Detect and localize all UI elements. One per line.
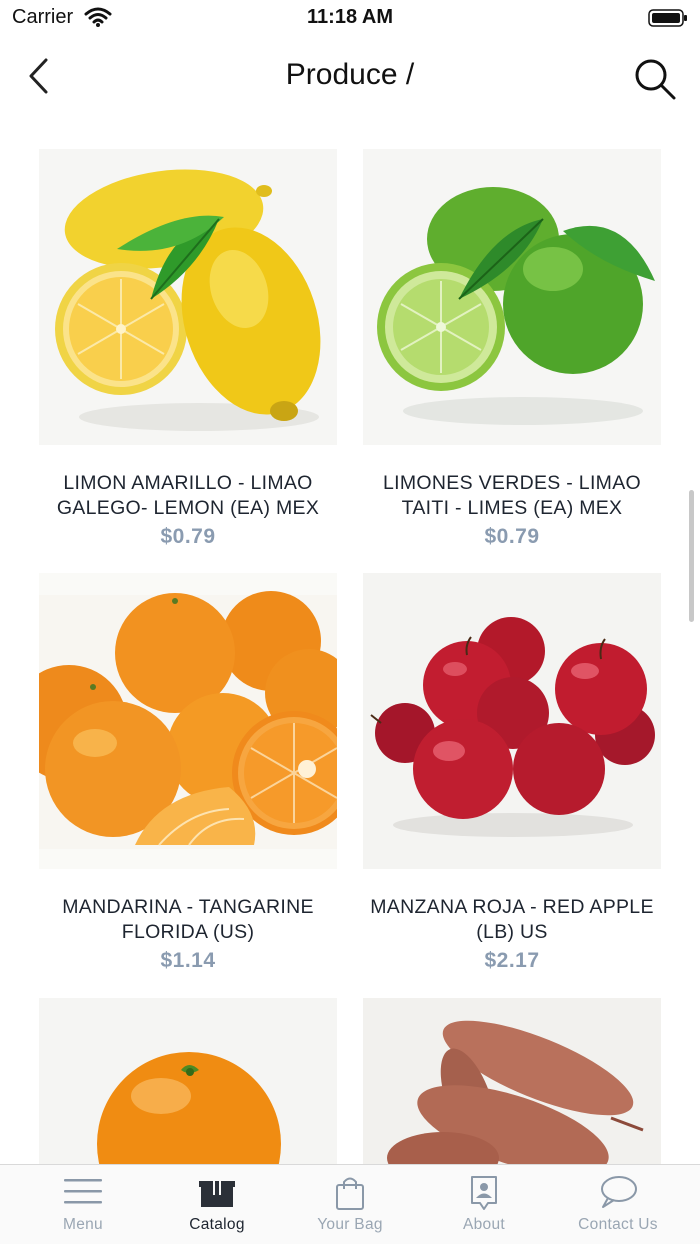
tab-menu[interactable]: Menu <box>16 1165 150 1244</box>
tab-your-bag[interactable]: Your Bag <box>283 1165 417 1244</box>
tab-about-label: About <box>462 1216 505 1233</box>
battery-icon <box>648 9 687 27</box>
product-price: $1.14 <box>160 949 216 972</box>
tab-menu-label: Menu <box>63 1216 103 1233</box>
tab-contact-us-label: Contact Us <box>578 1216 658 1233</box>
scroll-indicator[interactable] <box>689 490 694 622</box>
chat-bubble-icon <box>601 1176 637 1208</box>
tab-bar: Menu Catalog Your Bag About Contact Us <box>0 1164 700 1244</box>
product-card[interactable] <box>39 998 337 1164</box>
product-image-red-apples <box>363 573 661 869</box>
product-name: LIMONES VERDES - LIMAO TAITI - LIMES (EA… <box>383 472 641 519</box>
product-image-sweet-potatoes <box>363 998 661 1164</box>
tab-catalog-label: Catalog <box>189 1216 245 1233</box>
product-image-lemons <box>39 149 337 445</box>
catalog-box-icon <box>199 1181 235 1207</box>
product-price: $0.79 <box>484 525 540 548</box>
tab-contact-us[interactable]: Contact Us <box>551 1165 685 1244</box>
tab-your-bag-label: Your Bag <box>317 1216 383 1233</box>
tab-catalog[interactable]: Catalog <box>150 1165 284 1244</box>
tab-about[interactable]: About <box>417 1165 551 1244</box>
search-icon[interactable] <box>632 56 678 102</box>
product-card[interactable]: MANZANA ROJA - RED APPLE (LB) US $2.17 <box>363 573 661 973</box>
menu-icon <box>64 1179 102 1204</box>
product-name: MANZANA ROJA - RED APPLE (LB) US <box>370 896 654 943</box>
product-card[interactable] <box>363 998 661 1164</box>
product-image-tangerines <box>39 573 337 869</box>
product-image-orange <box>39 998 337 1164</box>
product-grid[interactable]: LIMON AMARILLO - LIMAO GALEGO- LEMON (EA… <box>0 0 700 1164</box>
product-name: MANDARINA - TANGARINE FLORIDA (US) <box>62 896 314 943</box>
clock: 11:18 AM <box>307 6 393 28</box>
product-card[interactable]: MANDARINA - TANGARINE FLORIDA (US) $1.14 <box>39 573 337 973</box>
product-card[interactable]: LIMON AMARILLO - LIMAO GALEGO- LEMON (EA… <box>39 149 337 549</box>
shopping-bag-icon <box>336 1177 364 1210</box>
product-image-limes <box>363 149 661 445</box>
page-title: Produce / <box>285 58 415 91</box>
product-price: $0.79 <box>160 525 216 548</box>
product-name: LIMON AMARILLO - LIMAO GALEGO- LEMON (EA… <box>56 472 320 519</box>
product-price: $2.17 <box>484 949 540 972</box>
product-card[interactable]: LIMONES VERDES - LIMAO TAITI - LIMES (EA… <box>363 149 661 549</box>
about-badge-icon <box>471 1176 497 1210</box>
status-bar: Carrier 11:18 AM <box>0 0 700 36</box>
navigation-bar: Produce / <box>0 40 700 120</box>
